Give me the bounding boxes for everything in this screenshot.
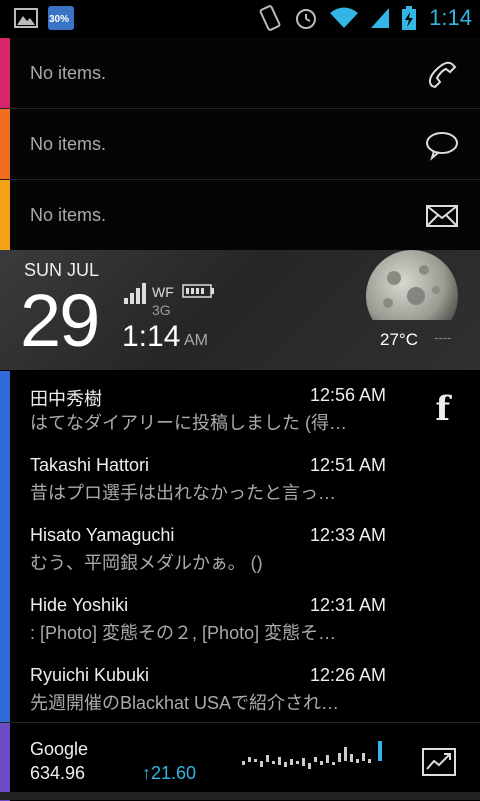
feed-item-time: 12:51 AM bbox=[309, 455, 386, 475]
clock-ampm: AM bbox=[184, 332, 208, 349]
feed-item-time: 12:33 AM bbox=[309, 525, 386, 545]
calls-row[interactable]: No items. bbox=[0, 38, 480, 109]
weather-notification-icon: 30% bbox=[48, 6, 74, 30]
facebook-feed[interactable]: f 田中秀樹 12:56 AM はてなダイアリーに投稿しました (得… Taka… bbox=[0, 371, 480, 722]
stock-widget[interactable]: Google 634.96 ↑21.60 bbox=[0, 722, 480, 801]
stock-price: 634.96 bbox=[30, 763, 86, 783]
feed-item-author: Ryuichi Kubuki bbox=[30, 665, 150, 685]
feed-item-text: はてなダイアリーに投稿しました (得… bbox=[30, 413, 347, 433]
temperature-extra: ---- bbox=[434, 330, 452, 345]
feed-item-text: 先週開催のBlackhat USAで紹介され… bbox=[30, 693, 340, 713]
mail-label: No items. bbox=[30, 205, 107, 225]
stock-chart-icon[interactable] bbox=[422, 745, 456, 779]
messages-label: No items. bbox=[30, 134, 107, 154]
feed-item-text: : [Photo] 変態その２, [Photo] 変態そ… bbox=[30, 623, 337, 643]
envelope-icon[interactable] bbox=[424, 198, 460, 234]
stock-name: Google bbox=[30, 739, 89, 759]
status-bar: 30% 1:14 bbox=[0, 0, 480, 38]
stock-stripe bbox=[0, 723, 10, 801]
feed-item-time: 12:26 AM bbox=[309, 665, 386, 685]
clock-widget[interactable]: SUN JUL 29 WF 3G 1:14 AM 27°C ---- bbox=[0, 250, 480, 370]
feed-item-author: Hisato Yamaguchi bbox=[30, 525, 175, 545]
mail-stripe bbox=[0, 180, 10, 250]
feed-item-text: 昔はプロ選手は出れなかったと言っ… bbox=[30, 483, 336, 503]
network-type: 3G bbox=[152, 302, 171, 318]
signal-bars-icon bbox=[124, 283, 146, 304]
feed-item[interactable]: Takashi Hattori 12:51 AM 昔はプロ選手は出れなかったと言… bbox=[30, 449, 386, 509]
feed-item-time: 12:56 AM bbox=[309, 385, 386, 405]
facebook-stripe bbox=[0, 371, 10, 722]
calls-label: No items. bbox=[30, 63, 107, 83]
battery-level-icon bbox=[182, 284, 214, 298]
wifi-icon bbox=[330, 7, 359, 28]
phone-icon[interactable] bbox=[424, 56, 460, 92]
feed-item-time: 12:31 AM bbox=[309, 595, 386, 615]
feed-item[interactable]: 田中秀樹 12:56 AM はてなダイアリーに投稿しました (得… bbox=[30, 379, 386, 439]
network-label: WF bbox=[152, 284, 174, 300]
calls-stripe bbox=[0, 38, 10, 108]
moon-weather-icon bbox=[364, 248, 460, 320]
feed-item-text: むう、平岡銀メダルかぁ。 () bbox=[30, 553, 263, 573]
feed-item-author: Takashi Hattori bbox=[30, 455, 150, 475]
image-notification-icon bbox=[14, 8, 38, 28]
speech-bubble-icon[interactable] bbox=[424, 127, 460, 163]
feed-item[interactable]: Ryuichi Kubuki 12:26 AM 先週開催のBlackhat US… bbox=[30, 659, 386, 719]
clock-time: 1:14 bbox=[122, 320, 181, 353]
temperature: 27°C bbox=[380, 330, 418, 349]
feed-item[interactable]: Hisato Yamaguchi 12:33 AM むう、平岡銀メダルかぁ。 (… bbox=[30, 519, 386, 579]
messages-row[interactable]: No items. bbox=[0, 109, 480, 180]
stock-sparkline bbox=[242, 741, 382, 769]
facebook-icon[interactable]: f bbox=[435, 389, 450, 429]
feed-item-author: Hide Yoshiki bbox=[30, 595, 129, 615]
battery-badge: 30% bbox=[49, 14, 70, 25]
battery-icon bbox=[402, 6, 417, 30]
signal-icon bbox=[371, 8, 390, 28]
bottom-edge bbox=[0, 792, 480, 800]
feed-item[interactable]: Hide Yoshiki 12:31 AM : [Photo] 変態その２, [… bbox=[30, 589, 386, 649]
status-time: 1:14 bbox=[429, 5, 472, 30]
date-number: 29 bbox=[20, 279, 100, 362]
vibrate-icon bbox=[259, 5, 281, 31]
alarm-icon bbox=[296, 9, 317, 29]
mail-row[interactable]: No items. bbox=[0, 180, 480, 251]
feed-item-author: 田中秀樹 bbox=[30, 389, 102, 409]
messages-stripe bbox=[0, 109, 10, 179]
stock-change: ↑21.60 bbox=[142, 763, 197, 783]
